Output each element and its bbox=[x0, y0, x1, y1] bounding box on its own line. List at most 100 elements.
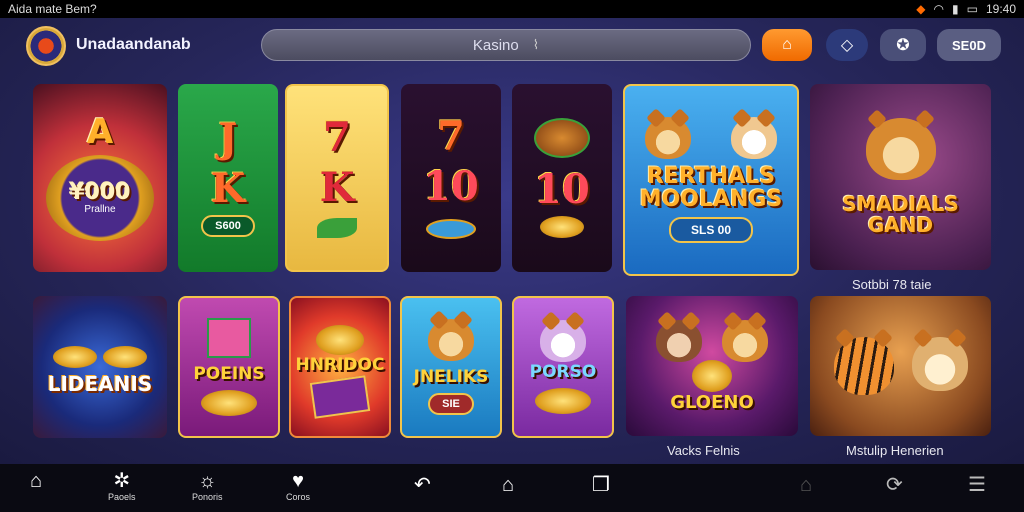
signal-icon: ▮ bbox=[952, 2, 959, 16]
mascot-icon bbox=[540, 320, 586, 362]
game-card[interactable]: JNELIKS SIE bbox=[400, 296, 502, 438]
nav-ponoris[interactable]: ☼ Ponoris bbox=[192, 470, 223, 502]
settings-button[interactable]: ✪ bbox=[880, 29, 926, 61]
nav-menu[interactable]: ☰ bbox=[968, 474, 986, 496]
promo-icon: ⌂ bbox=[782, 36, 792, 53]
promo-button[interactable]: ⌂ bbox=[762, 29, 812, 61]
mic-icon[interactable]: ⌇ bbox=[533, 37, 539, 53]
game-card[interactable]: RERTHALS MOOLANGS SLS 00 bbox=[623, 84, 799, 276]
basket-icon bbox=[534, 118, 590, 158]
card-title: GLOENO bbox=[670, 391, 754, 413]
mascot-group bbox=[833, 337, 968, 395]
app-header: Unadaandanab Kasino ⌇ ⌂ ◇ ✪ SЕ0D bbox=[0, 18, 1024, 74]
gem-icon bbox=[426, 219, 476, 239]
game-card[interactable]: J K S600 bbox=[178, 84, 278, 272]
wifi-icon: ◠ bbox=[933, 2, 945, 16]
mascot-icon bbox=[911, 337, 968, 391]
nav-label: Paoels bbox=[108, 492, 136, 502]
mascot-icon bbox=[428, 319, 474, 361]
card-title: GAND bbox=[867, 213, 934, 237]
bulb-icon: ☼ bbox=[198, 470, 217, 492]
back-icon: ↶ bbox=[414, 474, 431, 496]
bottom-nav: ⌂ ✲ Paoels ☼ Ponoris ♥ Coros ↶ ⌂ ❐ ⌂ ⟳ ☰ bbox=[0, 464, 1024, 512]
nav-coros[interactable]: ♥ Coros bbox=[286, 470, 310, 502]
nav-label: Coros bbox=[286, 492, 311, 502]
card-title: A bbox=[86, 112, 114, 153]
nav-home[interactable]: ⌂ bbox=[30, 470, 42, 492]
alert-dot-icon: ◆ bbox=[916, 2, 926, 16]
coin-icon bbox=[535, 388, 591, 414]
header-text-button[interactable]: SЕ0D bbox=[937, 29, 1001, 61]
mascot-icon bbox=[731, 116, 777, 159]
card-title: HNRIDOC bbox=[295, 355, 385, 375]
game-card[interactable]: 7 10 bbox=[401, 84, 501, 272]
slot-symbol: 10 bbox=[423, 163, 479, 210]
game-card[interactable]: 10 bbox=[512, 84, 612, 272]
chat-icon: ◇ bbox=[840, 37, 854, 54]
logo-icon[interactable] bbox=[26, 26, 66, 66]
box-icon bbox=[309, 375, 371, 419]
slot-symbol: 7 bbox=[323, 114, 351, 161]
nav-home-system[interactable]: ⌂ bbox=[502, 474, 514, 496]
nav-recents[interactable]: ❐ bbox=[592, 474, 610, 496]
game-caption: Sotbbi 78 taie bbox=[852, 277, 932, 292]
game-card[interactable]: HNRIDOC bbox=[289, 296, 391, 438]
nav-home-alt[interactable]: ⌂ bbox=[800, 474, 812, 496]
mascot-icon bbox=[656, 319, 702, 362]
search-bar[interactable]: Kasino ⌇ bbox=[261, 29, 751, 61]
slot-symbol: K bbox=[210, 165, 246, 212]
recents-icon: ❐ bbox=[592, 474, 610, 496]
mascot-icon bbox=[865, 118, 936, 180]
home-icon: ⌂ bbox=[30, 470, 43, 492]
card-pill: SIE bbox=[428, 393, 474, 415]
heart-icon: ♥ bbox=[292, 470, 304, 492]
card-title: RERTHALS bbox=[646, 163, 776, 189]
card-title: LIDEANIS bbox=[47, 371, 153, 396]
card-pill: S600 bbox=[201, 215, 255, 237]
jackpot-badge: ¥000 Prallne bbox=[46, 154, 154, 241]
card-pill: SLS 00 bbox=[668, 217, 754, 244]
status-text: Aida mate Bem? bbox=[8, 2, 97, 16]
mascot-icon bbox=[645, 116, 691, 159]
leaf-icon bbox=[317, 218, 357, 238]
mascot-icon bbox=[722, 319, 768, 362]
game-card[interactable]: A ¥000 Prallne bbox=[33, 84, 167, 272]
game-card[interactable]: PORSO bbox=[512, 296, 614, 438]
slot-symbol: K bbox=[319, 164, 355, 211]
game-caption: Mstulip Henerien bbox=[846, 443, 944, 458]
mascot-group bbox=[656, 319, 768, 362]
nav-paoels[interactable]: ✲ Paoels bbox=[108, 470, 136, 502]
menu-icon: ☰ bbox=[968, 474, 986, 496]
jackpot-amount: ¥000 bbox=[69, 179, 131, 205]
slot-symbol: 10 bbox=[534, 166, 590, 213]
settings-icon: ✪ bbox=[896, 37, 910, 54]
coin-stack bbox=[53, 340, 147, 368]
game-card[interactable]: GLOENO bbox=[626, 296, 798, 436]
game-card[interactable]: LIDEANIS bbox=[33, 296, 167, 438]
mascot-icon bbox=[207, 318, 251, 358]
tiger-icon bbox=[833, 337, 894, 395]
rotate-icon: ⟳ bbox=[886, 474, 903, 496]
card-title: SMADIALS bbox=[842, 192, 959, 216]
chat-button[interactable]: ◇ bbox=[826, 29, 868, 61]
game-card[interactable] bbox=[810, 296, 991, 436]
jackpot-sub: Prallne bbox=[84, 203, 116, 215]
search-input-text[interactable]: Kasino bbox=[473, 37, 519, 54]
app-title: Unadaandanab bbox=[76, 36, 191, 53]
game-card[interactable]: POEINS bbox=[178, 296, 280, 438]
card-title: POEINS bbox=[193, 364, 265, 384]
house-outline-icon: ⌂ bbox=[502, 474, 515, 496]
game-card[interactable]: SMADIALS GAND bbox=[810, 84, 991, 270]
coin-icon bbox=[201, 390, 257, 416]
nav-rotate[interactable]: ⟳ bbox=[886, 474, 903, 496]
mascot-group bbox=[645, 116, 777, 159]
game-caption: Vacks Felnis bbox=[667, 443, 740, 458]
coin-icon bbox=[692, 359, 732, 392]
nav-back[interactable]: ↶ bbox=[414, 474, 431, 496]
game-card[interactable]: 7 K bbox=[285, 84, 389, 272]
card-title: MOOLANGS bbox=[639, 187, 783, 212]
status-time: 19:40 bbox=[985, 2, 1016, 16]
card-title: JNELIKS bbox=[413, 367, 489, 387]
home-alt-icon: ⌂ bbox=[800, 474, 813, 496]
status-bar: Aida mate Bem? ◆ ◠ ▮ ▭ 19:40 bbox=[0, 0, 1024, 18]
